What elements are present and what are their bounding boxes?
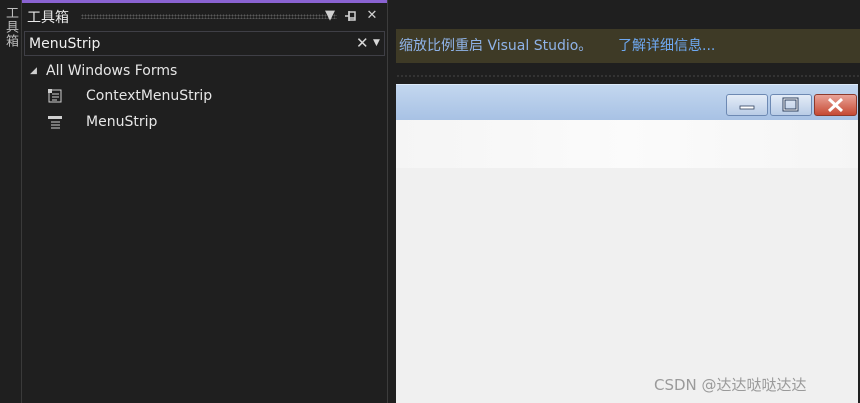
tree-item-contextmenustrip[interactable]: ContextMenuStrip: [22, 84, 387, 108]
tree-group-label: All Windows Forms: [46, 63, 178, 79]
tree-item-label: MenuStrip: [86, 114, 158, 130]
context-menu-strip-icon: [48, 89, 62, 103]
toolbox-side-tab-label: 工具箱: [3, 6, 18, 48]
search-options-dropdown-icon[interactable]: ▼: [373, 34, 383, 52]
toolbox-search-box[interactable]: ✕ ▼: [24, 31, 385, 56]
pin-icon[interactable]: [342, 7, 360, 25]
toolbox-titlebar: 工具箱 ▼ ✕: [22, 0, 387, 30]
form-menu-strip-area[interactable]: [396, 120, 858, 168]
collapse-arrow-icon[interactable]: ◢: [30, 59, 37, 83]
minimize-button[interactable]: [726, 94, 768, 116]
watermark: CSDN @达达哒哒达达: [654, 376, 807, 394]
menu-strip-icon: [48, 116, 62, 129]
clear-search-icon[interactable]: ✕: [356, 34, 370, 52]
toolbox-title: 工具箱: [27, 10, 69, 26]
window-position-dropdown-icon[interactable]: ▼: [321, 7, 339, 25]
form-designer[interactable]: [396, 84, 858, 403]
info-bar: 缩放比例重启 Visual Studio。 了解详细信息...: [396, 29, 860, 63]
maximize-icon: [782, 97, 799, 112]
maximize-button[interactable]: [770, 94, 812, 116]
toolbox-side-tab[interactable]: 工具箱: [0, 0, 22, 403]
close-icon: [827, 97, 844, 113]
close-icon[interactable]: ✕: [363, 7, 381, 25]
tree-group-all-windows-forms[interactable]: ◢ All Windows Forms: [22, 59, 387, 83]
toolbox-search-input[interactable]: [29, 34, 349, 53]
minimize-icon: [739, 105, 755, 110]
form-close-button[interactable]: [814, 94, 857, 116]
form-caption-bar: [396, 84, 858, 121]
tree-item-menustrip[interactable]: MenuStrip: [22, 110, 387, 134]
info-bar-message: 缩放比例重启 Visual Studio。: [399, 38, 593, 54]
tree-item-label: ContextMenuStrip: [86, 88, 213, 104]
designer-divider: [396, 75, 860, 77]
learn-more-link[interactable]: 了解详细信息...: [618, 29, 715, 63]
toolbox-panel: 工具箱 ▼ ✕ ✕ ▼ ◢ All Windows Forms: [22, 0, 388, 403]
titlebar-drag-grip[interactable]: [81, 14, 337, 19]
